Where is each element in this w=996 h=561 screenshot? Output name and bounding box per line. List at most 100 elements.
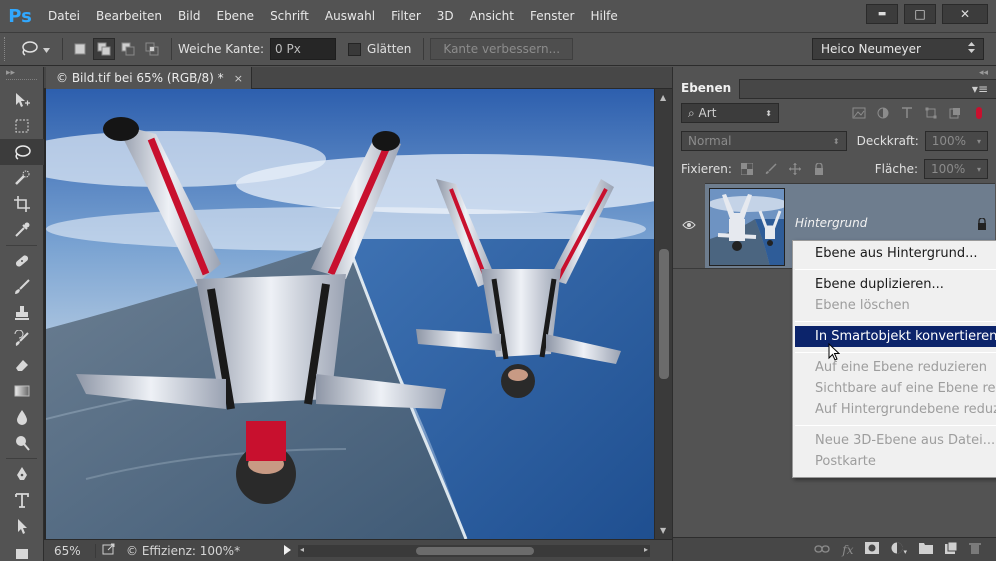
stamp-tool-icon[interactable]	[0, 300, 44, 326]
filter-smartobject-icon[interactable]	[946, 104, 964, 122]
menu-bearbeiten[interactable]: Bearbeiten	[88, 0, 170, 32]
path-selection-tool-icon[interactable]	[0, 513, 44, 539]
healing-tool-icon[interactable]	[0, 248, 44, 274]
opacity-label: Deckkraft:	[856, 134, 919, 148]
move-tool-icon[interactable]	[0, 87, 44, 113]
lock-all-icon[interactable]	[810, 160, 828, 178]
zoom-level[interactable]: 65%	[44, 543, 96, 558]
scroll-left-icon[interactable]: ◂	[300, 545, 304, 554]
menu-ansicht[interactable]: Ansicht	[462, 0, 522, 32]
new-selection-button[interactable]	[69, 38, 91, 60]
filter-pixel-icon[interactable]	[850, 104, 868, 122]
document-tab[interactable]: © Bild.tif bei 65% (RGB/8) * ×	[46, 67, 252, 89]
marquee-tool-icon[interactable]	[0, 113, 44, 139]
menu-separator	[795, 321, 996, 322]
tab-ebenen[interactable]: Ebenen	[673, 79, 741, 99]
horizontal-scroll-thumb[interactable]	[416, 547, 534, 555]
tool-preset-picker[interactable]	[12, 37, 56, 61]
filter-toggle-icon[interactable]	[970, 104, 988, 122]
scroll-down-icon[interactable]: ▼	[660, 526, 666, 535]
filter-adjustment-icon[interactable]	[874, 104, 892, 122]
refine-edge-button[interactable]: Kante verbessern...	[430, 38, 574, 60]
layer-name[interactable]: Hintergrund	[795, 216, 867, 230]
lock-position-icon[interactable]	[786, 160, 804, 178]
chevron-down-icon[interactable]: ▾	[977, 137, 981, 146]
tools-grip[interactable]	[6, 79, 37, 87]
export-icon[interactable]	[102, 543, 116, 558]
chevron-down-icon[interactable]: ▾	[977, 165, 981, 174]
brush-tool-icon[interactable]	[0, 274, 44, 300]
vertical-scrollbar[interactable]: ▲ ▼	[654, 89, 672, 539]
menu-separator	[795, 425, 996, 426]
tools-collapse-toggle[interactable]: ▸▸	[0, 67, 43, 79]
scroll-up-icon[interactable]: ▲	[660, 93, 666, 102]
shape-tool-icon[interactable]	[0, 539, 44, 561]
options-bar-grip[interactable]	[4, 37, 12, 61]
layer-visibility-toggle[interactable]	[673, 183, 705, 269]
tools-panel: ▸▸	[0, 67, 44, 561]
workspace-user-select[interactable]: Heico Neumeyer	[812, 38, 984, 60]
blur-tool-icon[interactable]	[0, 404, 44, 430]
history-brush-tool-icon[interactable]	[0, 326, 44, 352]
lasso-tool-icon[interactable]	[0, 139, 44, 165]
new-group-icon[interactable]	[919, 542, 933, 557]
menu-3d[interactable]: 3D	[429, 0, 462, 32]
filter-type-icon[interactable]	[898, 104, 916, 122]
blend-mode-value: Normal	[688, 134, 732, 148]
vertical-scroll-thumb[interactable]	[659, 249, 669, 379]
feather-input[interactable]: 0 Px	[270, 38, 337, 60]
opacity-input[interactable]: 100% ▾	[924, 131, 988, 151]
add-selection-button[interactable]	[93, 38, 115, 60]
link-layers-icon[interactable]	[814, 543, 830, 557]
blend-opacity-row: Normal ⬍ Deckkraft: 100% ▾	[673, 127, 996, 155]
gradient-tool-icon[interactable]	[0, 378, 44, 404]
document-tab-title: © Bild.tif bei 65% (RGB/8) *	[56, 71, 224, 85]
eyedropper-tool-icon[interactable]	[0, 217, 44, 243]
menu-ebene[interactable]: Ebene	[208, 0, 262, 32]
lock-pixels-icon[interactable]	[762, 160, 780, 178]
lock-transparent-icon[interactable]	[738, 160, 756, 178]
menu-bild[interactable]: Bild	[170, 0, 209, 32]
add-mask-icon[interactable]	[865, 542, 880, 557]
menu-filter[interactable]: Filter	[383, 0, 429, 32]
fill-input[interactable]: 100% ▾	[924, 159, 988, 179]
crop-tool-icon[interactable]	[0, 191, 44, 217]
panel-menu-icon[interactable]: ▾≡	[972, 82, 988, 96]
lock-icon	[977, 217, 987, 233]
panel-collapse-toggle[interactable]: ◂◂	[673, 67, 996, 79]
antialias-checkbox[interactable]	[348, 42, 362, 56]
menu-hilfe[interactable]: Hilfe	[582, 0, 625, 32]
eraser-tool-icon[interactable]	[0, 352, 44, 378]
minimize-button[interactable]: ▬	[866, 4, 898, 24]
intersect-selection-button[interactable]	[141, 38, 163, 60]
pen-tool-icon[interactable]	[0, 461, 44, 487]
layers-panel-footer: fx ▾	[673, 537, 996, 561]
menu-item-convert-smart-object[interactable]: In Smartobjekt konvertieren	[795, 326, 996, 347]
new-adjustment-icon[interactable]: ▾	[891, 542, 907, 557]
menu-fenster[interactable]: Fenster	[522, 0, 583, 32]
new-layer-icon[interactable]	[945, 541, 958, 557]
menu-bar: Ps Datei Bearbeiten Bild Ebene Schrift A…	[0, 0, 996, 32]
menu-auswahl[interactable]: Auswahl	[317, 0, 383, 32]
layer-filter-select[interactable]: ⌕ Art ⬍	[681, 103, 779, 123]
scroll-right-icon[interactable]: ▸	[644, 545, 648, 554]
maximize-button[interactable]: □	[904, 4, 936, 24]
blend-mode-select[interactable]: Normal ⬍	[681, 131, 847, 151]
menu-item-layer-from-background[interactable]: Ebene aus Hintergrund...	[793, 243, 996, 264]
layer-style-icon[interactable]: fx	[842, 543, 853, 557]
filter-shape-icon[interactable]	[922, 104, 940, 122]
dodge-tool-icon[interactable]	[0, 430, 44, 456]
type-tool-icon[interactable]	[0, 487, 44, 513]
image-canvas[interactable]	[46, 89, 654, 539]
horizontal-scrollbar[interactable]: ◂ ▸	[298, 545, 650, 557]
quick-selection-tool-icon[interactable]	[0, 165, 44, 191]
menu-datei[interactable]: Datei	[40, 0, 88, 32]
menu-item-duplicate-layer[interactable]: Ebene duplizieren...	[793, 274, 996, 295]
close-button[interactable]: ✕	[942, 4, 988, 24]
status-menu-arrow-icon[interactable]	[284, 544, 291, 558]
delete-layer-icon[interactable]	[969, 542, 981, 557]
menu-item-flatten-image: Auf Hintergrundebene reduzieren	[815, 402, 996, 417]
subtract-selection-button[interactable]	[117, 38, 139, 60]
close-tab-icon[interactable]: ×	[234, 72, 243, 85]
menu-schrift[interactable]: Schrift	[262, 0, 317, 32]
